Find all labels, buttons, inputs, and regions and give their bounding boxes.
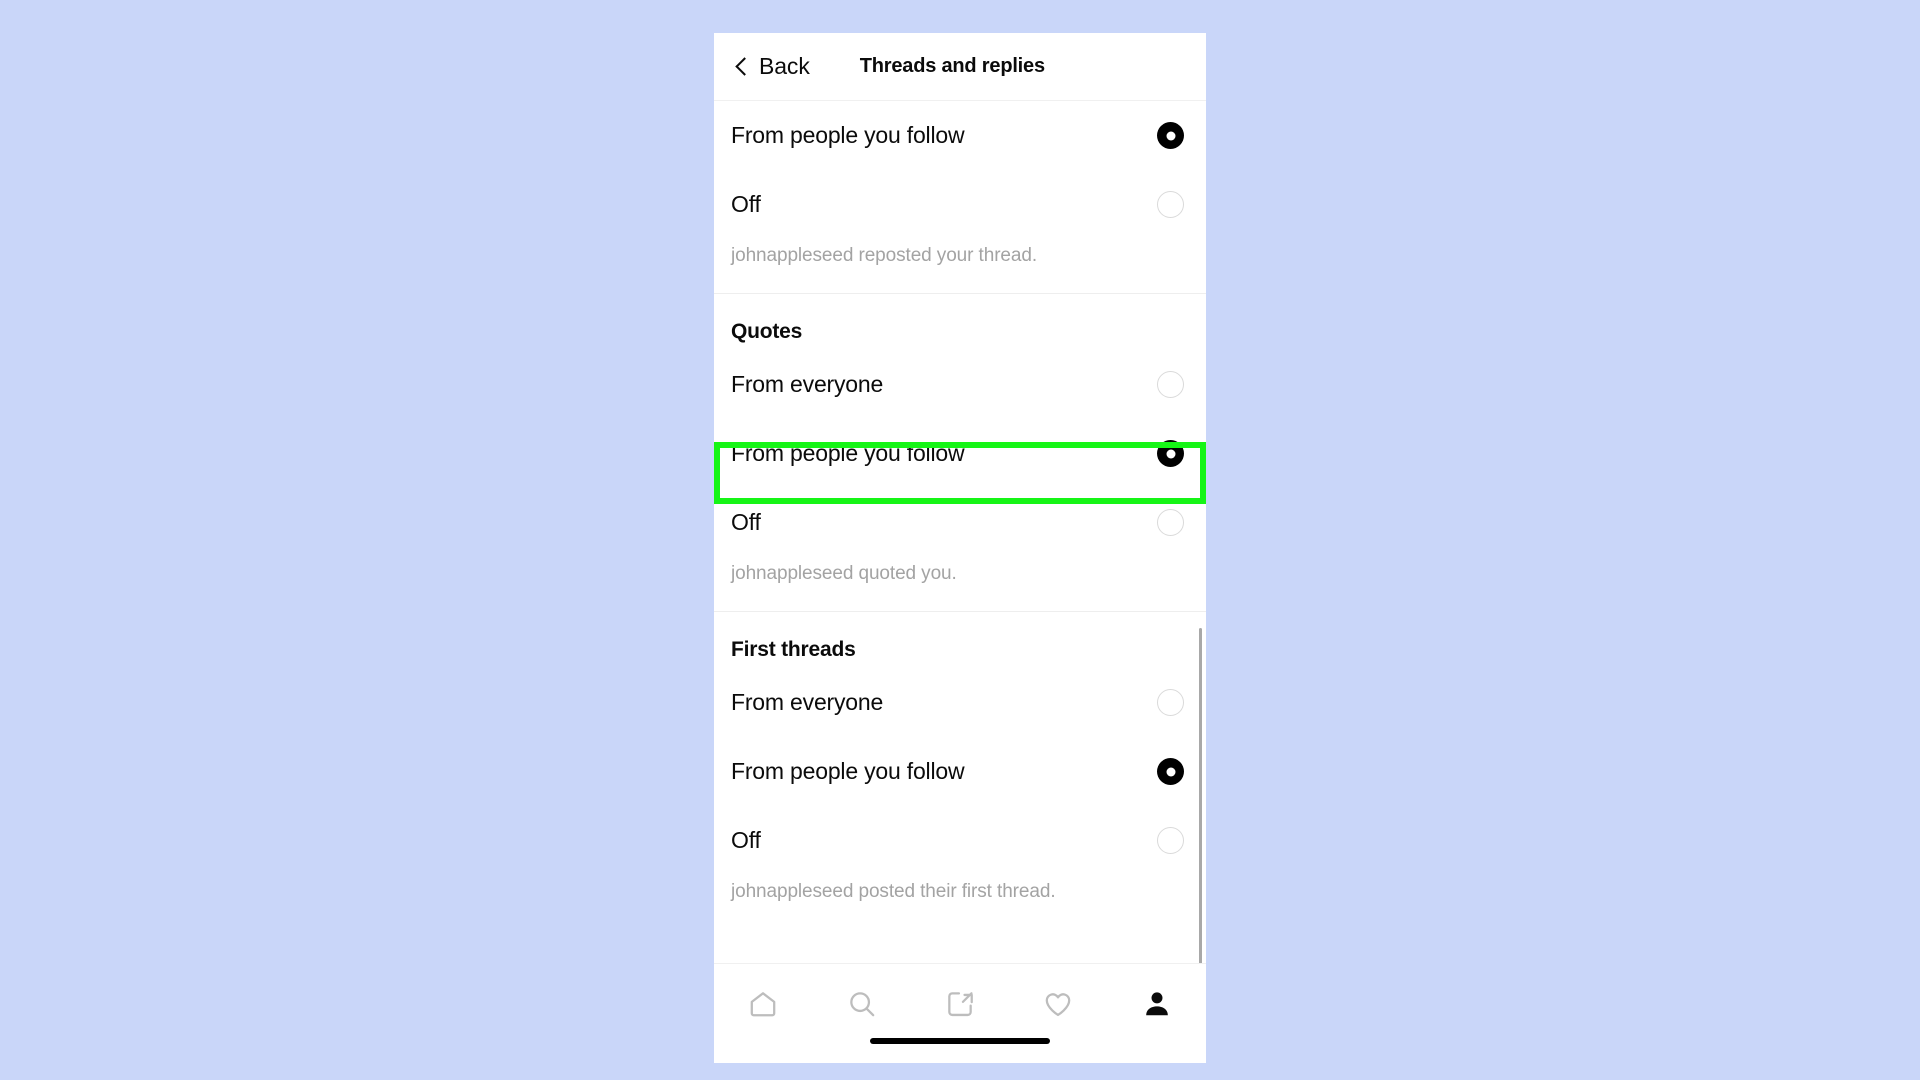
radio-selected-icon[interactable] xyxy=(1157,440,1184,467)
section-title-first-threads: First threads xyxy=(731,638,856,661)
option-row-reposts-follow[interactable]: From people you follow xyxy=(714,101,1206,170)
section-quotes: Quotes From everyone From people you fol… xyxy=(714,294,1206,611)
radio-unselected-icon[interactable] xyxy=(1157,689,1184,716)
vertical-scrollbar[interactable] xyxy=(1199,628,1202,996)
option-label: From people you follow xyxy=(731,440,965,466)
back-button[interactable]: Back xyxy=(735,53,810,80)
option-label: Off xyxy=(731,827,761,853)
page-title: Threads and replies xyxy=(859,55,1045,77)
option-label: From people you follow xyxy=(731,758,965,784)
nav-item-search[interactable] xyxy=(812,980,910,1028)
search-icon xyxy=(849,992,874,1017)
radio-unselected-icon[interactable] xyxy=(1157,827,1184,854)
radio-unselected-icon[interactable] xyxy=(1157,509,1184,536)
radio-unselected-icon[interactable] xyxy=(1157,191,1184,218)
section-first-threads: First threads From everyone From people … xyxy=(714,612,1206,929)
option-row-quotes-everyone[interactable]: From everyone xyxy=(714,350,1206,419)
app-header: Back Threads and replies xyxy=(714,33,1206,101)
heart-icon xyxy=(1046,993,1071,1017)
section-hint-first-threads: johnappleseed posted their first thread. xyxy=(731,881,1056,902)
option-row-first-threads-off[interactable]: Off xyxy=(714,806,1206,875)
radio-unselected-icon[interactable] xyxy=(1157,371,1184,398)
radio-selected-icon[interactable] xyxy=(1157,758,1184,785)
option-label: From people you follow xyxy=(731,122,965,148)
nav-item-profile[interactable] xyxy=(1108,980,1206,1028)
option-row-reposts-off[interactable]: Off xyxy=(714,170,1206,239)
section-hint-quotes: johnappleseed quoted you. xyxy=(731,563,957,584)
option-row-quotes-follow[interactable]: From people you follow xyxy=(714,419,1206,488)
option-row-first-threads-follow[interactable]: From people you follow xyxy=(714,737,1206,806)
option-label: From everyone xyxy=(731,371,884,397)
compose-icon xyxy=(948,992,973,1017)
option-label: Off xyxy=(731,191,761,217)
section-title-quotes: Quotes xyxy=(731,320,803,343)
radio-selected-icon[interactable] xyxy=(1157,122,1184,149)
section-hint-reposts: johnappleseed reposted your thread. xyxy=(731,245,1038,266)
nav-item-home[interactable] xyxy=(714,980,812,1028)
profile-icon xyxy=(1146,992,1168,1016)
option-label: Off xyxy=(731,509,761,535)
chevron-left-icon xyxy=(735,57,754,76)
option-label: From everyone xyxy=(731,689,884,715)
section-reposts: From people you follow Off johnappleseed… xyxy=(714,101,1206,293)
option-row-quotes-off[interactable]: Off xyxy=(714,488,1206,557)
bottom-navigation-bar xyxy=(714,963,1206,1063)
settings-list[interactable]: From people you follow Off johnappleseed… xyxy=(714,101,1206,996)
nav-item-compose[interactable] xyxy=(911,980,1009,1028)
home-indicator xyxy=(870,1038,1050,1044)
home-icon xyxy=(750,992,776,1017)
phone-frame: Back Threads and replies From people you… xyxy=(714,33,1206,1063)
option-row-first-threads-everyone[interactable]: From everyone xyxy=(714,668,1206,737)
back-button-label: Back xyxy=(759,53,810,79)
nav-item-activity[interactable] xyxy=(1009,980,1107,1028)
